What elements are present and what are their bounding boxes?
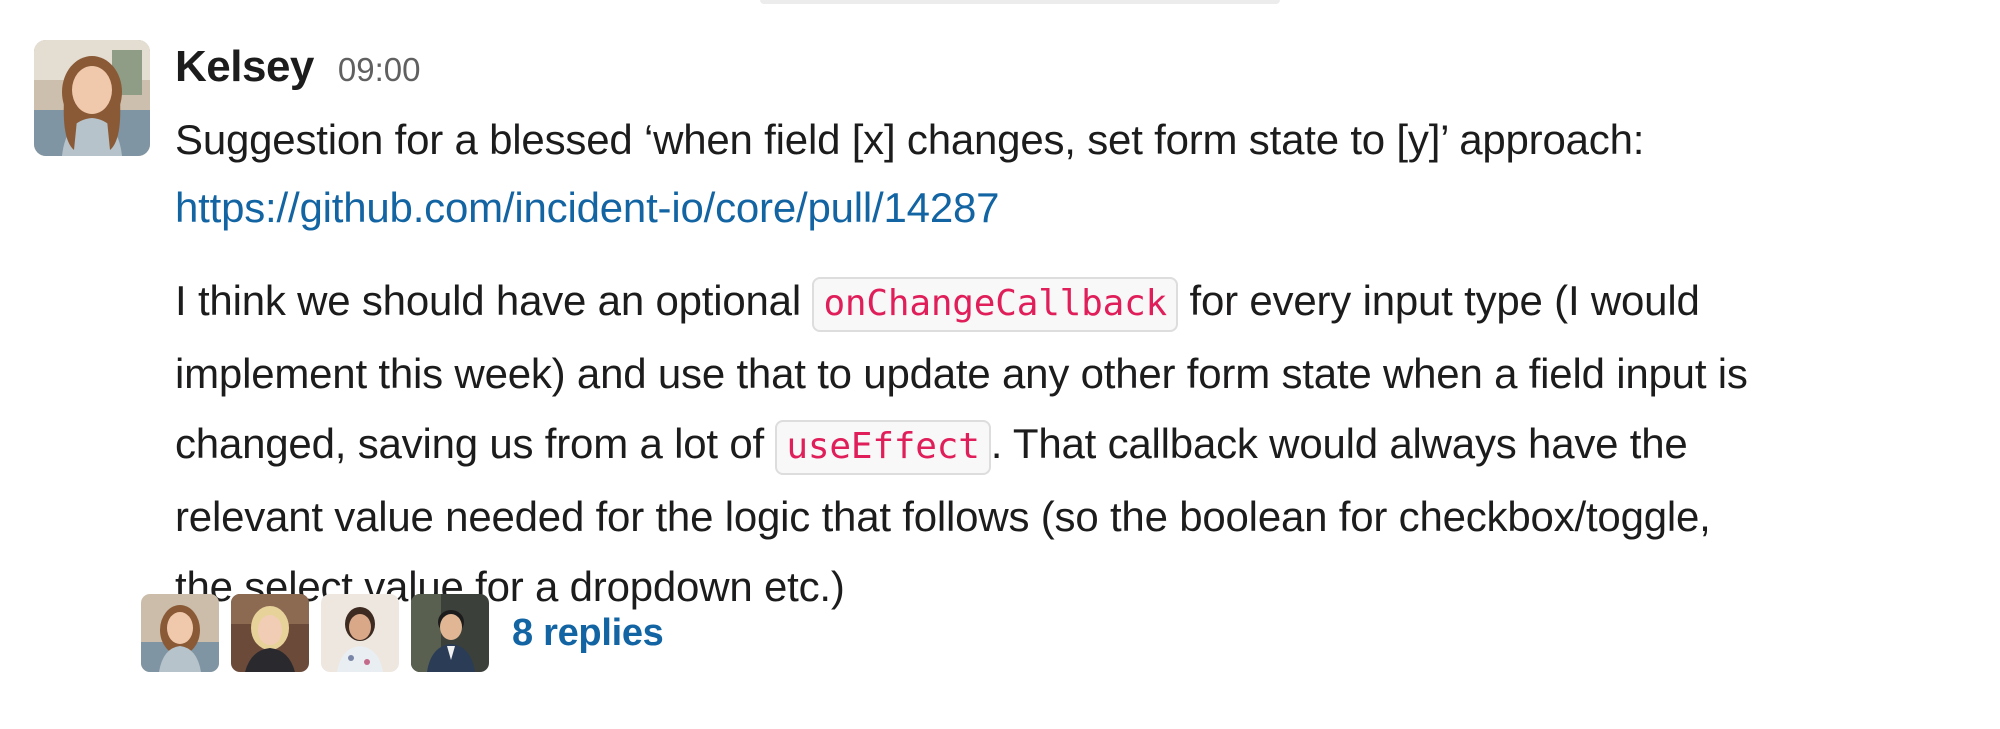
message-paragraph-1: Suggestion for a blessed ‘when field [x]…: [175, 106, 1985, 242]
body-text: I think we should have an optional: [175, 277, 813, 324]
previous-message-edge: [760, 0, 1280, 4]
intro-text: Suggestion for a blessed ‘when field [x]…: [175, 116, 1645, 163]
body-text: . That callback would always have the: [990, 420, 1688, 467]
message-header: Kelsey 09:00: [175, 40, 1985, 100]
body-text: changed, saving us from a lot of: [175, 420, 776, 467]
thread-replies-bar[interactable]: 8 replies: [141, 594, 664, 672]
reply-count-link[interactable]: 8 replies: [512, 594, 664, 672]
body-text: for every input type (I would: [1178, 277, 1700, 324]
body-line-4: relevant value needed for the logic that…: [175, 493, 1711, 540]
reply-avatar[interactable]: [141, 594, 219, 672]
body-line-3: changed, saving us from a lot of useEffe…: [175, 409, 1985, 482]
pull-request-link[interactable]: https://github.com/incident-io/core/pull…: [175, 174, 1000, 242]
body-line-1: I think we should have an optional onCha…: [175, 266, 1985, 339]
author-name[interactable]: Kelsey: [175, 40, 314, 94]
message-content: Kelsey 09:00 Suggestion for a blessed ‘w…: [175, 40, 1985, 622]
reply-avatar[interactable]: [231, 594, 309, 672]
author-avatar[interactable]: [34, 40, 150, 156]
reply-avatar[interactable]: [321, 594, 399, 672]
message-paragraph-2: I think we should have an optional onCha…: [175, 266, 1985, 622]
inline-code-onchangecallback: onChangeCallback: [812, 277, 1179, 332]
reply-avatar[interactable]: [411, 594, 489, 672]
body-line-2: implement this week) and use that to upd…: [175, 350, 1748, 397]
inline-code-useeffect: useEffect: [775, 420, 991, 475]
message-timestamp[interactable]: 09:00: [338, 43, 421, 97]
